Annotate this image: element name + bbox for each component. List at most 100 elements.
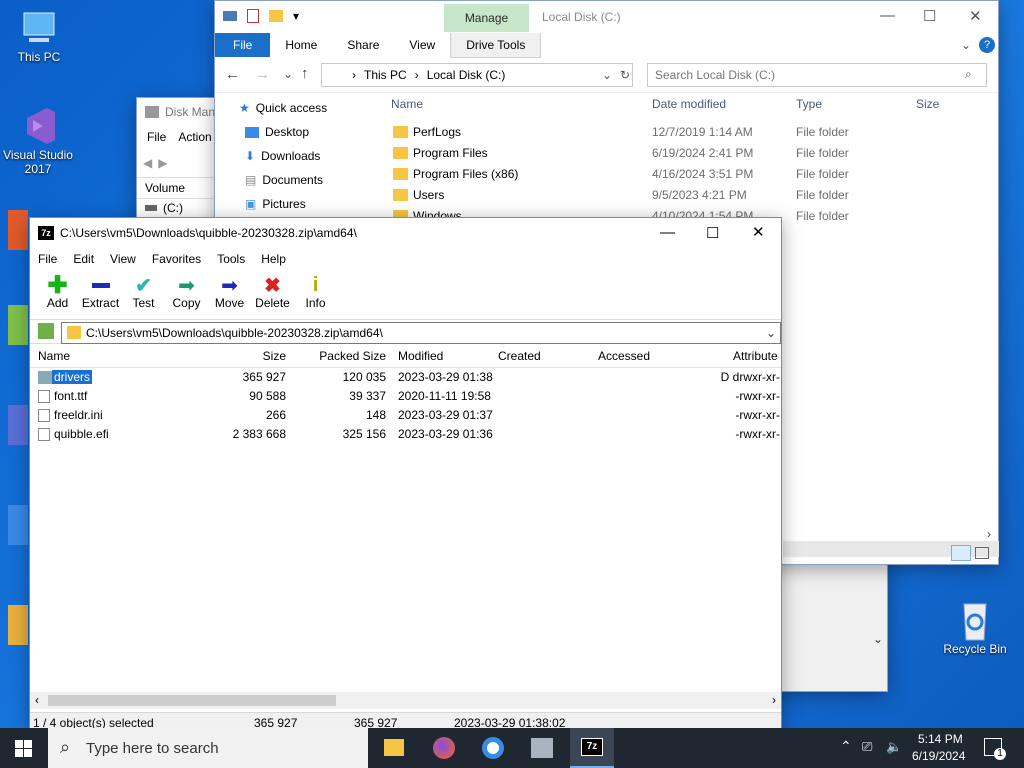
menu-view[interactable]: View	[102, 252, 144, 266]
tab-home[interactable]: Home	[270, 33, 332, 57]
table-row[interactable]: font.ttf 90 588 39 337 2020-11-11 19:58 …	[30, 387, 781, 406]
chrome-taskbar-icon[interactable]	[482, 737, 504, 759]
table-row[interactable]: freeldr.ini 266 148 2023-03-29 01:37 -rw…	[30, 406, 781, 425]
large-icons-view-icon[interactable]	[975, 547, 989, 559]
move-button[interactable]: ➡ Move	[208, 270, 251, 319]
customize-arrow-icon[interactable]: ▾	[293, 9, 299, 23]
test-button[interactable]: ✔ Test	[122, 270, 165, 319]
list-item[interactable]: Program Files (x86) 4/16/2024 3:51 PM File…	[385, 163, 998, 184]
list-item[interactable]: PerfLogs 12/7/2019 1:14 AM File folder	[385, 121, 998, 142]
maximize-icon[interactable]: ☐	[923, 7, 936, 25]
desktop-icon-this-pc[interactable]: This PC	[0, 8, 78, 64]
help-icon[interactable]: ?	[979, 37, 995, 53]
extract-button[interactable]: Extract	[79, 270, 122, 319]
search-input[interactable]: Search Local Disk (C:)	[647, 63, 987, 87]
col-created[interactable]: Created	[498, 349, 541, 363]
scroll-thumb[interactable]	[48, 695, 336, 706]
address-dropdown-icon[interactable]: ⌄	[602, 68, 612, 82]
menu-tools[interactable]: Tools	[209, 252, 253, 266]
scroll-right-icon[interactable]: ›	[987, 527, 991, 541]
add-button[interactable]: ✚ Add	[36, 270, 79, 319]
tab-share[interactable]: Share	[332, 33, 394, 57]
col-type[interactable]: Type	[790, 97, 910, 111]
tab-drive-tools[interactable]: Drive Tools	[450, 32, 542, 58]
7zip-window[interactable]: 7z C:\Users\vm5\Downloads\quibble-202303…	[29, 217, 782, 730]
clock-time[interactable]: 5:14 PM	[918, 732, 963, 746]
copy-button[interactable]: ➡ Copy	[165, 270, 208, 319]
volume-muted-icon[interactable]: 🔈	[886, 739, 902, 755]
table-row[interactable]: drivers 365 927 120 035 2023-03-29 01:38…	[30, 368, 781, 387]
menu-favorites[interactable]: Favorites	[144, 252, 209, 266]
recent-dropdown-icon[interactable]: ⌄	[283, 67, 293, 81]
menu-edit[interactable]: Edit	[65, 252, 102, 266]
dm-menu-file[interactable]: File	[147, 130, 166, 144]
7zip-taskbar-icon[interactable]: 7z	[570, 728, 614, 768]
up-folder-icon[interactable]	[38, 323, 54, 339]
nav-quick-access[interactable]: Quick access	[256, 101, 327, 115]
search-icon[interactable]: ⌕	[965, 67, 972, 82]
network-app-taskbar-icon[interactable]	[531, 738, 553, 758]
clock-date[interactable]: 6/19/2024	[912, 749, 965, 763]
minimize-icon[interactable]: —	[660, 224, 675, 241]
address-bar[interactable]: › This PC › Local Disk (C:) ⌄ ↻	[321, 63, 633, 87]
nav-documents[interactable]: Documents	[262, 173, 323, 187]
properties-icon[interactable]	[247, 9, 259, 23]
path-input[interactable]: C:\Users\vm5\Downloads\quibble-20230328.…	[61, 322, 781, 344]
expand-ribbon-icon[interactable]: ⌄	[961, 38, 971, 52]
col-name[interactable]: Name	[38, 349, 70, 363]
desktop-icon-visual-studio[interactable]: Visual Studio 2017	[0, 106, 78, 176]
forward-arrow-icon[interactable]: ▶	[158, 156, 167, 170]
tab-view[interactable]: View	[394, 33, 450, 57]
visual-studio-label: Visual Studio 2017	[3, 148, 73, 176]
up-arrow-icon[interactable]: ↑	[301, 65, 309, 82]
desktop-icon-recycle-bin[interactable]: Recycle Bin	[936, 600, 1014, 656]
details-view-icon[interactable]	[951, 545, 971, 561]
forward-arrow-icon[interactable]: →	[255, 66, 270, 83]
start-windows-icon[interactable]	[15, 740, 32, 757]
network-icon[interactable]: ⎚	[862, 739, 872, 755]
nav-desktop[interactable]: Desktop	[265, 125, 309, 139]
taskbar: ⌕ Type here to search 7z ⌃ ⎚ 🔈 5:14 PM 6…	[0, 728, 1024, 768]
nav-pictures[interactable]: Pictures	[262, 197, 305, 211]
minimize-icon[interactable]: —	[880, 7, 895, 24]
close-icon[interactable]: ✕	[752, 223, 765, 241]
list-item[interactable]: Users 9/5/2023 4:21 PM File folder	[385, 184, 998, 205]
dm-scroll-down-icon[interactable]: ⌄	[873, 632, 883, 646]
back-arrow-icon[interactable]: ◀	[143, 156, 152, 170]
col-accessed[interactable]: Accessed	[598, 349, 650, 363]
col-name[interactable]: Name	[385, 97, 646, 111]
scroll-right-icon[interactable]: ›	[772, 693, 776, 707]
scroll-left-icon[interactable]: ‹	[35, 693, 39, 707]
dm-menu-action[interactable]: Action	[178, 130, 211, 144]
firefox-taskbar-icon[interactable]	[433, 737, 455, 759]
info-button[interactable]: i Info	[294, 270, 337, 319]
chevron-up-icon[interactable]: ⌃	[840, 738, 852, 755]
tab-file[interactable]: File	[215, 33, 271, 57]
horizontal-scrollbar[interactable]: ‹ ›	[30, 692, 781, 709]
col-date-modified[interactable]: Date modified	[646, 97, 790, 111]
col-size[interactable]: Size	[230, 349, 286, 363]
dm-volume-c[interactable]: (C:)	[163, 201, 183, 215]
folder-icon[interactable]	[269, 10, 283, 22]
ribbon-manage-context[interactable]: Manage	[444, 4, 529, 32]
file-explorer-taskbar-icon[interactable]	[384, 739, 404, 756]
close-icon[interactable]: ✕	[969, 7, 982, 25]
col-attribute[interactable]: Attribute	[733, 349, 778, 363]
breadcrumb-local-disk[interactable]: Local Disk (C:)	[427, 68, 506, 82]
path-dropdown-icon[interactable]: ⌄	[766, 326, 776, 340]
col-size[interactable]: Size	[910, 97, 939, 111]
table-row[interactable]: quibble.efi 2 383 668 325 156 2023-03-29…	[30, 425, 781, 444]
nav-downloads[interactable]: Downloads	[261, 149, 320, 163]
taskbar-search-input[interactable]: ⌕ Type here to search	[48, 728, 368, 768]
col-packed-size[interactable]: Packed Size	[292, 349, 386, 363]
col-modified[interactable]: Modified	[398, 349, 443, 363]
breadcrumb-this-pc[interactable]: This PC	[364, 68, 407, 82]
menu-help[interactable]: Help	[253, 252, 294, 266]
list-item[interactable]: Program Files 6/19/2024 2:41 PM File folde…	[385, 142, 998, 163]
back-arrow-icon[interactable]: ←	[225, 66, 240, 83]
maximize-icon[interactable]: ☐	[706, 224, 719, 242]
breadcrumb-sep-icon: ›	[414, 68, 419, 82]
menu-file[interactable]: File	[30, 252, 65, 266]
delete-button[interactable]: ✖ Delete	[251, 270, 294, 319]
refresh-icon[interactable]: ↻	[620, 68, 630, 82]
